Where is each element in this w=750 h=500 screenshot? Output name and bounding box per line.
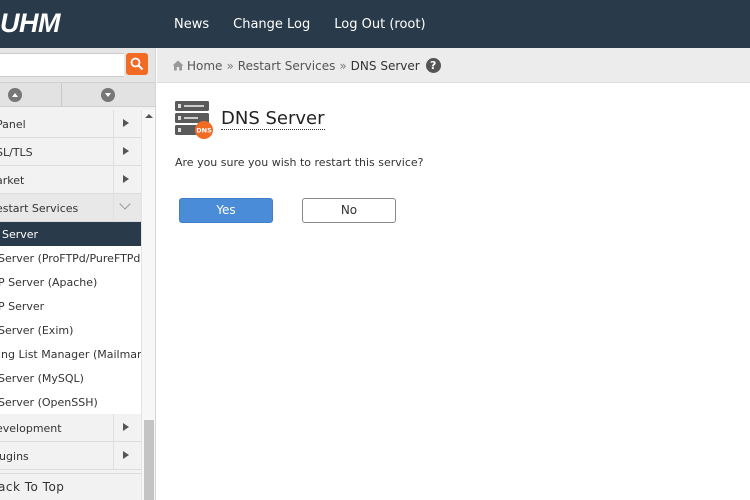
chevron-up-icon bbox=[12, 93, 18, 97]
sidebar-scrollbar[interactable] bbox=[141, 110, 155, 500]
sidebar-item-label: lugins bbox=[0, 450, 29, 463]
nav-logout-link[interactable]: Log Out (root) bbox=[334, 17, 425, 32]
sidebar-item-label: evelopment bbox=[0, 422, 62, 435]
sidebar-item-ssl-tls[interactable]: SL/TLS bbox=[0, 138, 141, 166]
home-icon bbox=[172, 60, 184, 71]
sidebar-subitem-ssh-server-openssh[interactable]: Server (OpenSSH) bbox=[0, 390, 141, 414]
chevron-down-icon bbox=[105, 93, 111, 97]
dns-server-icon: DNS bbox=[175, 101, 213, 139]
sidebar-item-label: Server (MySQL) bbox=[0, 372, 84, 385]
sidebar-item-label: Server bbox=[2, 228, 39, 241]
breadcrumb-current: DNS Server bbox=[350, 58, 420, 73]
breadcrumb: Home » Restart Services » DNS Server ? bbox=[172, 58, 441, 73]
sidebar-item-label: Server (ProFTPd/PureFTPd) bbox=[0, 252, 145, 265]
breadcrumb-home-link[interactable]: Home bbox=[187, 59, 222, 73]
sidebar-subitem-mail-server-exim[interactable]: Server (Exim) bbox=[0, 318, 141, 342]
no-button[interactable]: No bbox=[302, 198, 396, 223]
expand-arrow-icon[interactable] bbox=[113, 138, 139, 166]
sidebar-item-label: SL/TLS bbox=[0, 146, 33, 159]
expand-arrow-icon[interactable] bbox=[113, 166, 139, 194]
sidebar-item-label: estart Services bbox=[0, 202, 79, 215]
sidebar-subitem-ftp-server[interactable]: Server (ProFTPd/PureFTPd) bbox=[0, 246, 145, 270]
breadcrumb-separator: » bbox=[339, 58, 347, 73]
yes-button[interactable]: Yes bbox=[179, 198, 273, 223]
sidebar-item-plugins[interactable]: lugins bbox=[0, 442, 141, 470]
dns-badge-text: DNS bbox=[196, 127, 212, 135]
top-bar: UHM News Change Log Log Out (root) bbox=[0, 0, 750, 48]
sidebar-search-input[interactable] bbox=[0, 53, 124, 77]
nav-news-link[interactable]: News bbox=[174, 17, 209, 32]
sidebar-item-label: Panel bbox=[0, 118, 26, 131]
sidebar-menu: Panel SL/TLS arket estart Services Serve… bbox=[0, 110, 148, 470]
collapse-arrow-icon[interactable] bbox=[113, 194, 139, 222]
sidebar-item-restart-services[interactable]: estart Services bbox=[0, 194, 141, 222]
expand-arrow-icon[interactable] bbox=[113, 110, 139, 138]
sidebar-item-label: ing List Manager (Mailman) bbox=[0, 348, 149, 361]
whm-logo[interactable]: UHM bbox=[0, 8, 61, 39]
sidebar-item-label: P Server bbox=[0, 300, 45, 313]
sidebar-item-label: P Server (Apache) bbox=[0, 276, 98, 289]
sidebar-item-label: Server (OpenSSH) bbox=[0, 396, 98, 409]
expand-arrow-icon[interactable] bbox=[113, 414, 139, 442]
sidebar-item-cpanel[interactable]: Panel bbox=[0, 110, 141, 138]
sidebar-item-market[interactable]: arket bbox=[0, 166, 141, 194]
back-to-top-link[interactable]: ack To Top bbox=[0, 473, 141, 500]
sidebar-subitem-mailing-list-manager[interactable]: ing List Manager (Mailman) bbox=[0, 342, 148, 366]
expand-arrow-icon[interactable] bbox=[113, 442, 139, 470]
sidebar-subitem-imap-server[interactable]: P Server bbox=[0, 294, 141, 318]
nav-change-log-link[interactable]: Change Log bbox=[233, 17, 310, 32]
breadcrumb-separator: » bbox=[226, 58, 234, 73]
breadcrumb-bar: Home » Restart Services » DNS Server ? bbox=[157, 48, 750, 83]
sidebar-subitem-sql-server-mysql[interactable]: Server (MySQL) bbox=[0, 366, 141, 390]
sidebar-item-label: arket bbox=[0, 174, 25, 187]
top-nav: News Change Log Log Out (root) bbox=[174, 0, 450, 48]
page-title: DNS Server bbox=[221, 108, 325, 130]
scroll-up-button[interactable] bbox=[8, 88, 22, 102]
help-icon[interactable]: ? bbox=[425, 58, 441, 73]
sidebar-item-development[interactable]: evelopment bbox=[0, 414, 141, 442]
sidebar: Panel SL/TLS arket estart Services Serve… bbox=[0, 48, 156, 500]
search-button[interactable] bbox=[126, 53, 148, 75]
breadcrumb-restart-services-link[interactable]: Restart Services bbox=[238, 59, 336, 73]
sidebar-search-row bbox=[0, 48, 155, 82]
scroll-down-button[interactable] bbox=[101, 88, 115, 102]
search-icon bbox=[130, 57, 144, 71]
scrollbar-up-arrow-icon[interactable] bbox=[145, 114, 153, 118]
restart-confirm-question: Are you sure you wish to restart this se… bbox=[175, 156, 424, 169]
sidebar-item-label: Server (Exim) bbox=[0, 324, 74, 337]
divider bbox=[61, 83, 62, 107]
back-to-top-label: ack To Top bbox=[0, 480, 65, 494]
scrollbar-thumb[interactable] bbox=[144, 420, 154, 500]
sidebar-nav-arrows bbox=[0, 82, 155, 107]
sidebar-subitem-http-server-apache[interactable]: P Server (Apache) bbox=[0, 270, 141, 294]
sidebar-subitem-dns-server[interactable]: Server bbox=[0, 222, 141, 246]
